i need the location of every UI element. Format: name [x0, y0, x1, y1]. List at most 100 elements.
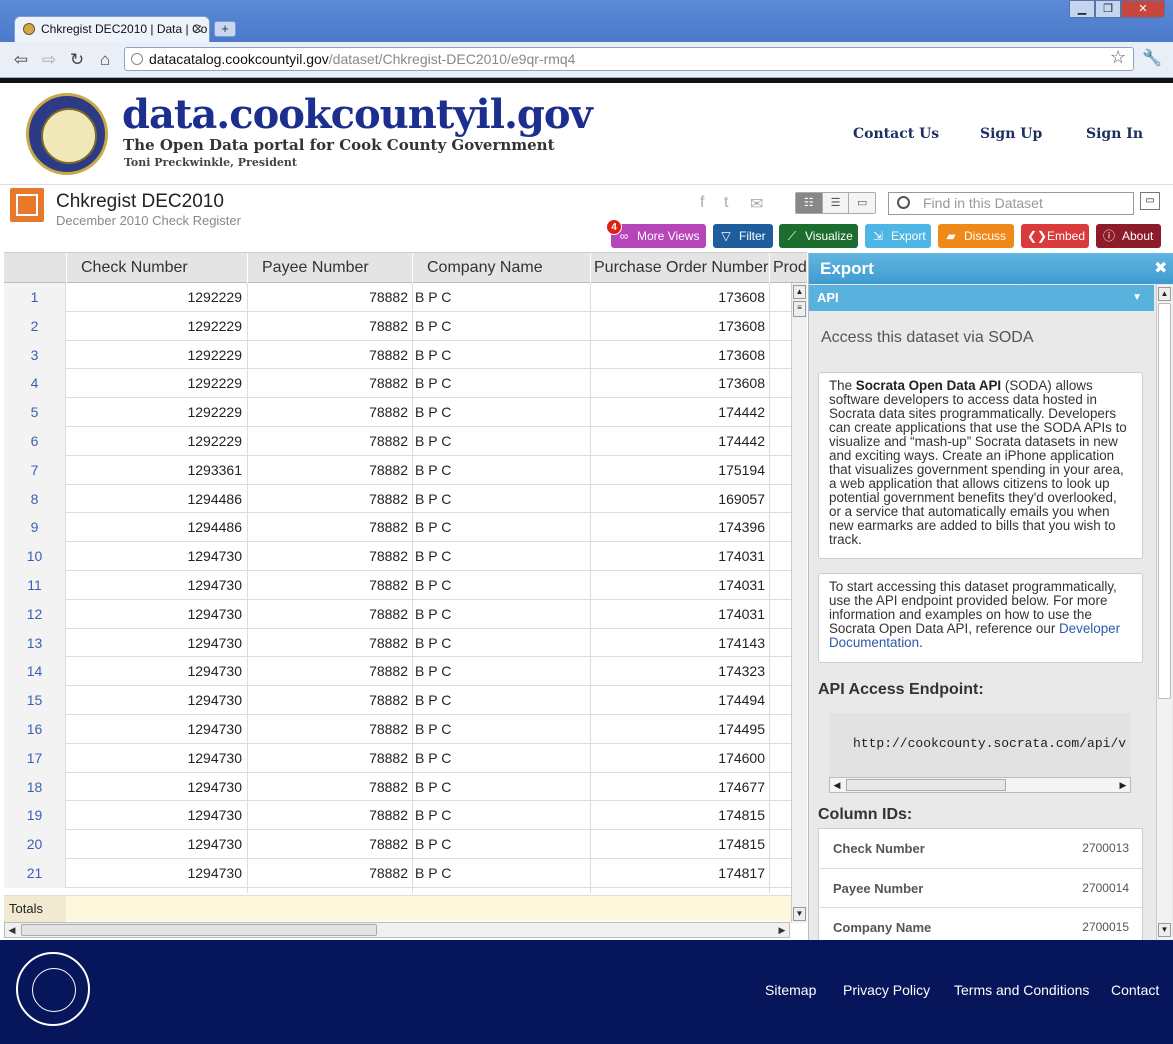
back-icon[interactable]: ⇦: [10, 49, 32, 71]
panel-scrollbar[interactable]: ▲ ▼: [1156, 285, 1172, 940]
address-bar[interactable]: datacatalog.cookcountyil.gov/dataset/Chk…: [124, 47, 1134, 71]
scroll-up-icon[interactable]: ▲: [793, 285, 806, 299]
filter-button[interactable]: ▽ Filter: [713, 224, 773, 248]
row-number[interactable]: 9: [4, 513, 66, 543]
column-header-check-number[interactable]: Check Number: [66, 253, 247, 283]
contact-link[interactable]: Contact: [1111, 982, 1159, 998]
table-row[interactable]: 21 1294730 78882 B P C 174817: [4, 858, 791, 888]
table-row[interactable]: 16 1294730 78882 B P C 174495: [4, 714, 791, 744]
row-number[interactable]: 6: [4, 426, 66, 456]
scroll-left-icon[interactable]: ◀: [5, 923, 19, 937]
close-window-icon[interactable]: ✕: [1121, 0, 1165, 18]
discuss-button[interactable]: ▰ Discuss: [938, 224, 1014, 248]
table-row[interactable]: 1 1292229 78882 B P C 173608: [4, 283, 791, 312]
panel-scroll-up-icon[interactable]: ▲: [1158, 287, 1171, 301]
table-row[interactable]: 7 1293361 78882 B P C 175194: [4, 455, 791, 485]
browser-tab[interactable]: Chkregist DEC2010 | Data | Co ✕: [14, 16, 210, 42]
row-number[interactable]: 18: [4, 772, 66, 802]
endpoint-scroll-left-icon[interactable]: ◀: [830, 778, 844, 792]
page-view-icon[interactable]: ▭: [849, 193, 876, 213]
home-icon[interactable]: ⌂: [94, 49, 116, 71]
row-number[interactable]: 21: [4, 858, 66, 888]
forward-icon[interactable]: ⇨: [38, 49, 60, 71]
column-header-payee-number[interactable]: Payee Number: [247, 253, 412, 283]
table-row[interactable]: 13 1294730 78882 B P C 174143: [4, 628, 791, 658]
row-number[interactable]: 19: [4, 801, 66, 831]
table-row[interactable]: 15 1294730 78882 B P C 174494: [4, 686, 791, 715]
row-number[interactable]: 1: [4, 283, 66, 312]
minimize-icon[interactable]: ▁: [1069, 0, 1095, 18]
endpoint-scrollbar[interactable]: ◀ ▶: [829, 777, 1131, 793]
embed-button[interactable]: ❮❯ Embed: [1021, 224, 1089, 248]
find-in-dataset-input[interactable]: Find in this Dataset: [888, 192, 1134, 215]
panel-scroll-down-icon[interactable]: ▼: [1158, 923, 1171, 937]
cook-county-seal-logo[interactable]: [26, 93, 108, 175]
table-row[interactable]: 3 1292229 78882 B P C 173608: [4, 340, 791, 370]
row-number[interactable]: 3: [4, 340, 66, 370]
endpoint-url[interactable]: http://cookcounty.socrata.com/api/v: [829, 713, 1131, 777]
close-tab-icon[interactable]: ✕: [193, 17, 203, 41]
table-row[interactable]: 9 1294486 78882 B P C 174396: [4, 513, 791, 543]
new-tab-button[interactable]: +: [214, 21, 236, 37]
column-header-company-name[interactable]: Company Name: [412, 253, 590, 283]
table-row[interactable]: 17 1294730 78882 B P C 174600: [4, 743, 791, 773]
row-number[interactable]: 15: [4, 686, 66, 715]
table-row[interactable]: 11 1294730 78882 B P C 174031: [4, 570, 791, 600]
row-number[interactable]: 7: [4, 455, 66, 485]
row-number[interactable]: 2: [4, 311, 66, 341]
table-row[interactable]: 19 1294730 78882 B P C 174815: [4, 801, 791, 831]
wrench-icon[interactable]: 🔧: [1142, 48, 1162, 68]
close-panel-icon[interactable]: ✖: [1154, 253, 1170, 284]
more-views-button[interactable]: ∞ More Views: [611, 224, 706, 248]
sitemap-link[interactable]: Sitemap: [765, 982, 816, 998]
table-row[interactable]: 4 1292229 78882 B P C 173608: [4, 369, 791, 399]
row-number[interactable]: 8: [4, 484, 66, 514]
table-row[interactable]: 14 1294730 78882 B P C 174323: [4, 657, 791, 687]
column-header-purchase-order-number[interactable]: Purchase Order Number: [590, 253, 769, 283]
row-number[interactable]: 10: [4, 542, 66, 571]
row-number[interactable]: 16: [4, 714, 66, 744]
row-number[interactable]: 13: [4, 628, 66, 658]
row-number[interactable]: 5: [4, 398, 66, 427]
site-name[interactable]: data.cookcountyil.gov: [122, 91, 593, 138]
scroll-thumb[interactable]: ≡: [793, 301, 806, 317]
row-view-icon[interactable]: ☰: [822, 193, 850, 213]
twitter-icon[interactable]: t: [724, 194, 728, 212]
endpoint-scroll-thumb[interactable]: [846, 779, 1006, 791]
scroll-right-icon[interactable]: ▶: [775, 923, 789, 937]
about-button[interactable]: ⓘ About: [1096, 224, 1161, 248]
reload-icon[interactable]: ↻: [66, 49, 88, 71]
visualize-button[interactable]: ⟋ Visualize: [779, 224, 858, 248]
privacy-policy-link[interactable]: Privacy Policy: [843, 982, 930, 998]
table-row[interactable]: 6 1292229 78882 B P C 174442: [4, 426, 791, 456]
table-row[interactable]: 8 1294486 78882 B P C 169057: [4, 484, 791, 514]
fullscreen-icon[interactable]: ▭: [1140, 192, 1160, 210]
scroll-down-icon[interactable]: ▼: [793, 907, 806, 921]
terms-link[interactable]: Terms and Conditions: [954, 982, 1089, 998]
table-row[interactable]: 12 1294730 78882 B P C 174031: [4, 599, 791, 629]
row-number[interactable]: 11: [4, 570, 66, 600]
bookmark-star-icon[interactable]: ☆: [1110, 47, 1126, 68]
table-row[interactable]: 2 1292229 78882 B P C 173608: [4, 311, 791, 341]
row-number[interactable]: 12: [4, 599, 66, 629]
horizontal-scroll-thumb[interactable]: [21, 924, 377, 936]
sign-up-link[interactable]: Sign Up: [980, 126, 1042, 142]
row-number[interactable]: 14: [4, 657, 66, 687]
export-button[interactable]: ⇲ Export: [865, 224, 931, 248]
column-header-product[interactable]: Prod: [769, 253, 807, 283]
contact-us-link[interactable]: Contact Us: [853, 126, 939, 142]
row-number[interactable]: 17: [4, 743, 66, 773]
api-section-header[interactable]: API ▼: [809, 285, 1154, 311]
table-row[interactable]: 5 1292229 78882 B P C 174442: [4, 398, 791, 427]
panel-scroll-thumb[interactable]: [1158, 303, 1171, 699]
table-row[interactable]: 20 1294730 78882 B P C 174815: [4, 830, 791, 859]
sign-in-link[interactable]: Sign In: [1086, 126, 1143, 142]
row-number[interactable]: 4: [4, 369, 66, 399]
email-icon[interactable]: ✉: [750, 194, 763, 214]
table-row[interactable]: 10 1294730 78882 B P C 174031: [4, 542, 791, 571]
endpoint-scroll-right-icon[interactable]: ▶: [1116, 778, 1130, 792]
maximize-icon[interactable]: ❐: [1095, 0, 1121, 18]
table-row[interactable]: 18 1294730 78882 B P C 174677: [4, 772, 791, 802]
grid-vertical-scrollbar[interactable]: ▲ ≡ ▼: [791, 283, 807, 923]
facebook-icon[interactable]: f: [700, 194, 704, 212]
